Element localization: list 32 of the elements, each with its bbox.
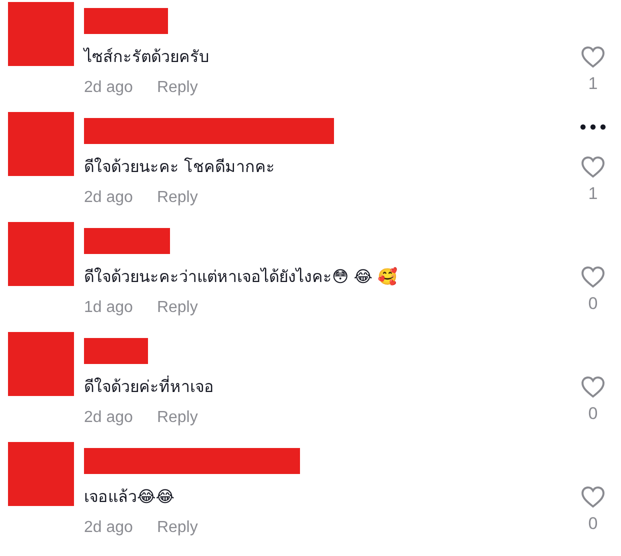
like-count: 1 — [588, 184, 598, 204]
heart-icon[interactable] — [581, 46, 605, 68]
comment-text: เจอแล้ว😂😂 — [84, 486, 176, 508]
like-count: 0 — [588, 404, 598, 424]
redacted-avatar — [8, 442, 74, 506]
comment-time: 2d ago — [84, 79, 133, 97]
heart-icon[interactable] — [581, 376, 605, 398]
redacted-avatar — [8, 112, 74, 176]
heart-icon[interactable] — [581, 266, 605, 288]
heart-icon[interactable] — [581, 156, 605, 178]
reply-link[interactable]: Reply — [156, 189, 198, 207]
comment-time: 2d ago — [84, 519, 133, 537]
redacted-username — [84, 338, 148, 364]
like-count: 0 — [588, 514, 598, 534]
comment-text: ดีใจด้วยค่ะที่หาเจอ — [84, 374, 215, 398]
redacted-avatar — [8, 222, 74, 286]
comment-time: 1d ago — [84, 299, 133, 317]
redacted-avatar — [8, 332, 74, 396]
reply-link[interactable]: Reply — [156, 79, 198, 97]
like-count: 1 — [588, 74, 598, 94]
comment-text: ดีใจด้วยนะคะ โชคดีมากคะ — [84, 156, 276, 178]
redacted-avatar — [8, 2, 74, 66]
more-options-icon[interactable] — [580, 124, 606, 130]
reply-link[interactable]: Reply — [156, 519, 198, 537]
comment-text: ไซส์กะรัตด้วยครับ — [84, 46, 210, 68]
reply-link[interactable]: Reply — [156, 299, 198, 317]
reply-link[interactable]: Reply — [156, 409, 198, 427]
comment-time: 2d ago — [84, 409, 133, 427]
comment-time: 2d ago — [84, 189, 133, 207]
like-count: 0 — [588, 294, 598, 314]
comment-text: ดีใจด้วยนะคะว่าแต่หาเจอได้ยังไงคะ😳 😂 🥰 — [84, 266, 399, 288]
heart-icon[interactable] — [581, 486, 605, 508]
